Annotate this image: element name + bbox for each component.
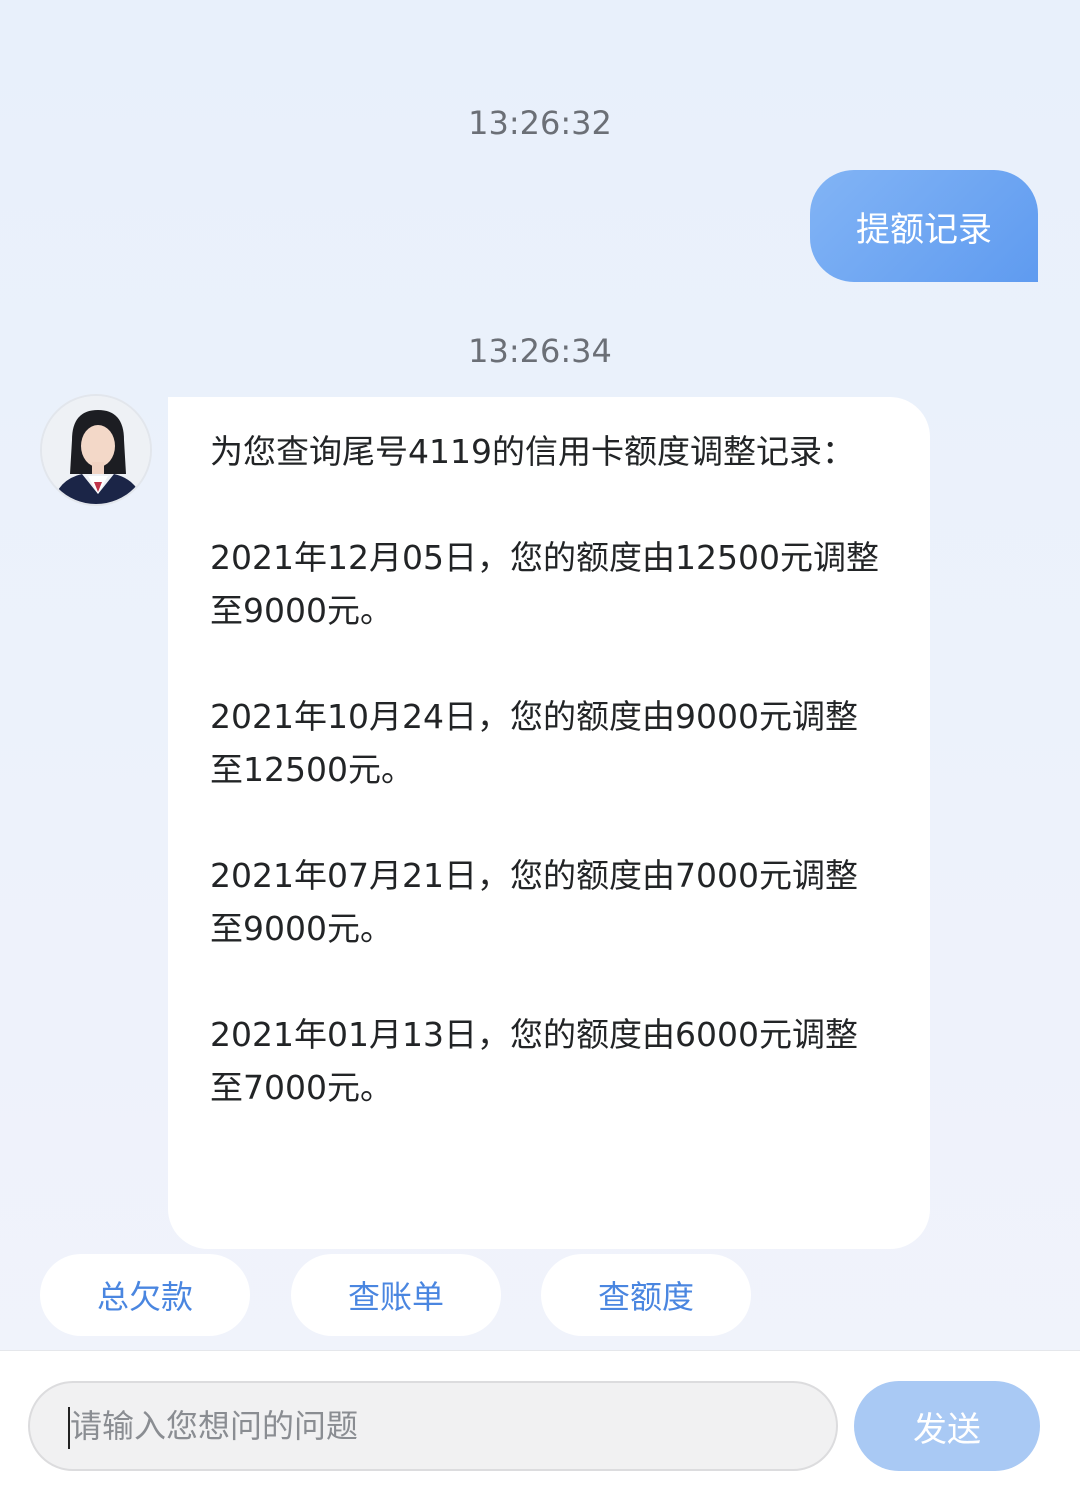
message-input-container xyxy=(28,1381,838,1471)
assistant-avatar-icon xyxy=(42,396,150,504)
assistant-avatar xyxy=(40,394,152,506)
quick-reply-check-bill-button[interactable]: 查账单 xyxy=(291,1254,501,1336)
quick-reply-check-limit-button[interactable]: 查额度 xyxy=(541,1254,751,1336)
send-button[interactable]: 发送 xyxy=(854,1381,1040,1471)
assistant-message-bubble: 为您查询尾号4119的信用卡额度调整记录： 2021年12月05日，您的额度由1… xyxy=(168,397,930,1249)
quick-reply-total-debt-button[interactable]: 总欠款 xyxy=(40,1254,250,1336)
message-input[interactable] xyxy=(70,1383,810,1469)
user-message-bubble: 提额记录 xyxy=(810,170,1038,282)
user-message-text: 提额记录 xyxy=(856,209,992,250)
message-input-bar: 发送 xyxy=(0,1350,1080,1497)
assistant-message-text: 为您查询尾号4119的信用卡额度调整记录： 2021年12月05日，您的额度由1… xyxy=(210,432,879,1107)
message-timestamp: 13:26:34 xyxy=(468,332,612,370)
message-timestamp: 13:26:32 xyxy=(468,104,612,142)
